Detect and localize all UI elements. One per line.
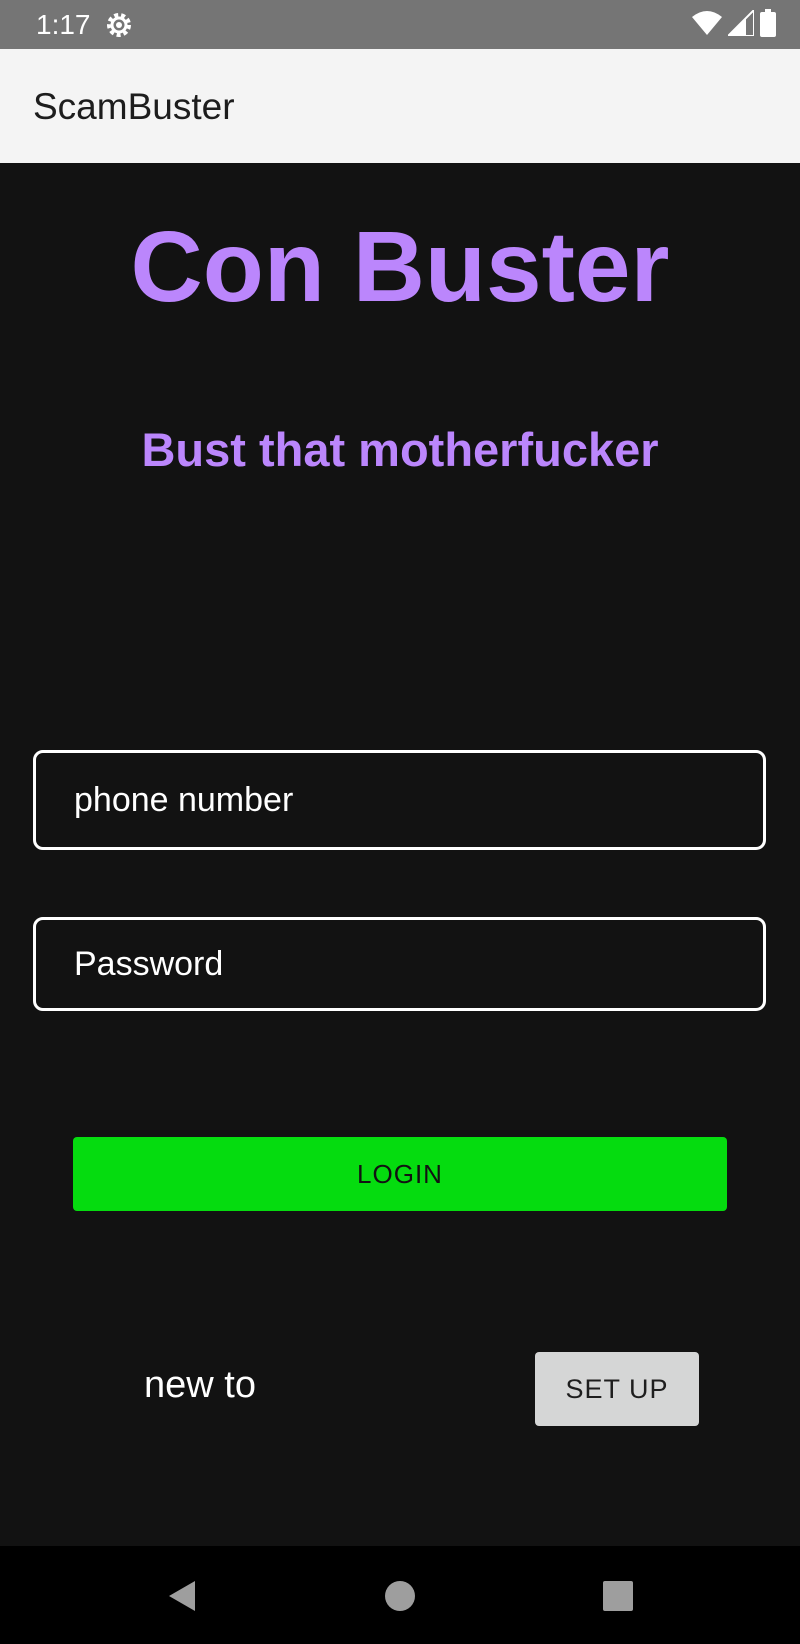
status-bar: 1:17 [0, 0, 800, 49]
navigation-bar [0, 1546, 800, 1644]
status-icons [692, 7, 776, 42]
wifi-icon [692, 10, 722, 41]
status-time: 1:17 [36, 9, 91, 40]
home-icon[interactable] [368, 1564, 432, 1628]
new-to-label: new to [144, 1364, 256, 1406]
login-button[interactable]: LOGIN [73, 1137, 727, 1211]
app-bar: ScamBuster [0, 49, 800, 163]
recents-icon[interactable] [586, 1564, 650, 1628]
password-field[interactable] [33, 917, 766, 1011]
page-subtitle: Bust that motherfucker [141, 423, 659, 476]
app-title: ScamBuster [33, 86, 235, 127]
setup-button[interactable]: SET UP [535, 1352, 699, 1426]
cellular-signal-icon [725, 7, 755, 41]
settings-gear-icon [104, 10, 134, 40]
back-icon[interactable] [150, 1564, 214, 1628]
page-title: Con Buster [130, 211, 670, 323]
battery-icon [760, 8, 776, 42]
phone-number-field[interactable] [33, 750, 766, 850]
